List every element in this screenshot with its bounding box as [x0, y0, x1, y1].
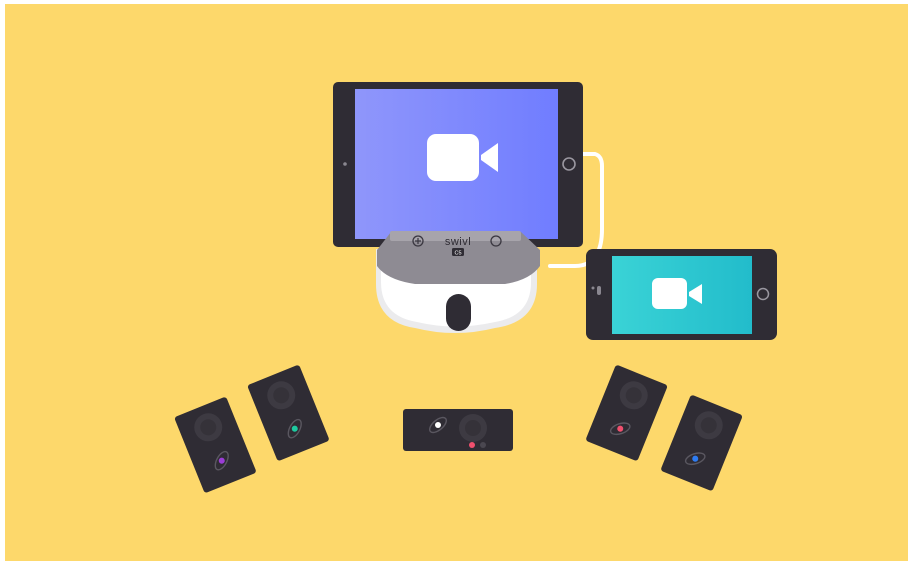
marker-remote-green: [247, 365, 329, 461]
marker-remote-red: [586, 365, 668, 461]
swivl-setup-illustration: swivl C5: [174, 82, 777, 493]
base-sensor-window: [446, 294, 471, 331]
marker-remote-purple: [174, 397, 256, 493]
tablet-device: [333, 82, 583, 247]
phone-device: [586, 249, 777, 340]
illustration-canvas: swivl C5: [5, 4, 908, 561]
swivl-base: swivl C5: [376, 231, 540, 333]
base-brand-label: swivl: [445, 236, 471, 248]
marker-remote-white: [403, 409, 513, 451]
phone-camera: [591, 286, 595, 290]
tablet-camera: [343, 162, 347, 166]
marker-remote-blue: [661, 395, 743, 491]
base-model-label: C5: [454, 251, 461, 257]
